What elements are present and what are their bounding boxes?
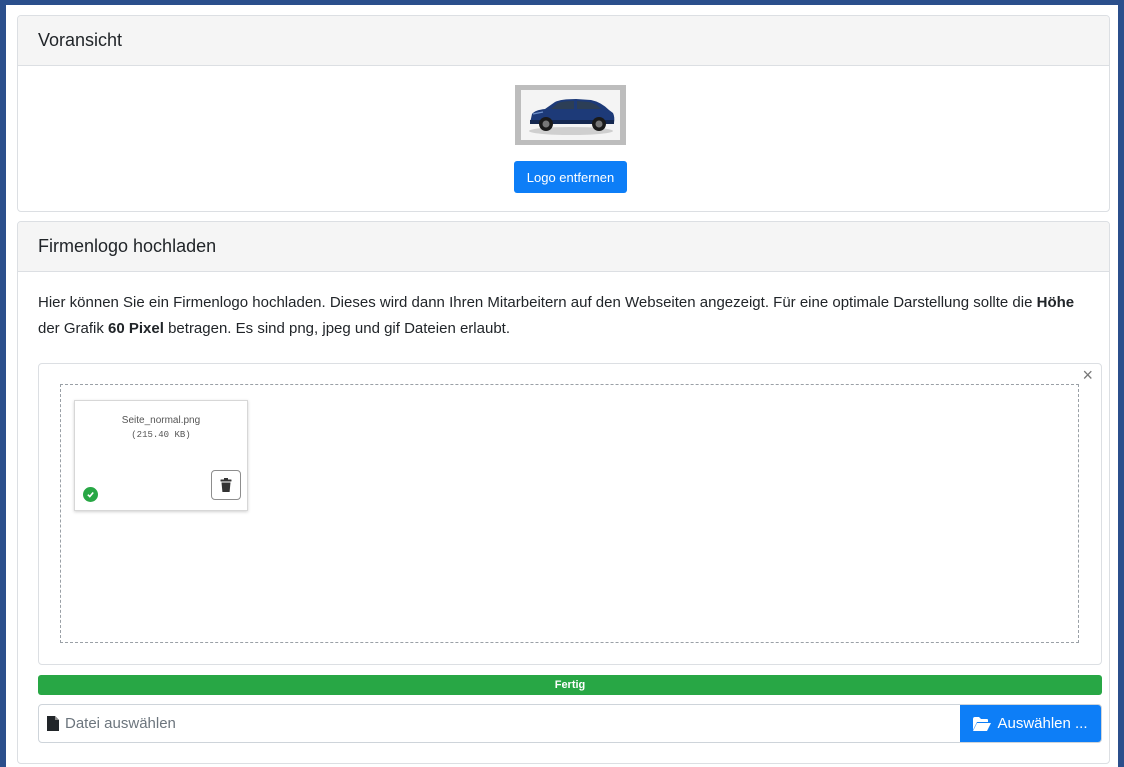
- upload-description: Hier können Sie ein Firmenlogo hochladen…: [38, 290, 1098, 342]
- dropzone-container: × Seite_normal.png (215.40 KB): [38, 363, 1102, 665]
- preview-body: Logo entfernen: [18, 66, 1109, 211]
- upload-progress-bar: Fertig: [38, 675, 1102, 695]
- choose-file-label: Auswählen ...: [997, 715, 1088, 732]
- upload-header: Firmenlogo hochladen: [18, 222, 1109, 272]
- window-frame-right: [1118, 0, 1124, 767]
- progress-label: Fertig: [554, 679, 586, 691]
- folder-open-icon: [973, 716, 992, 731]
- description-text: Hier können Sie ein Firmenlogo hochladen…: [38, 294, 1037, 311]
- file-input-placeholder: Datei auswählen: [65, 715, 176, 732]
- close-icon[interactable]: ×: [1082, 366, 1093, 384]
- preview-title: Voransicht: [38, 30, 123, 50]
- car-image: [529, 99, 615, 135]
- dropzone-area[interactable]: Seite_normal.png (215.40 KB): [60, 384, 1079, 643]
- delete-file-button[interactable]: [211, 470, 241, 500]
- preview-header: Voransicht: [18, 16, 1109, 66]
- description-bold-pixels: 60 Pixel: [108, 320, 164, 337]
- window-frame-left: [0, 0, 6, 767]
- description-text: der Grafik: [38, 320, 109, 337]
- check-circle-icon: [83, 487, 98, 502]
- file-icon: [47, 716, 59, 731]
- upload-card: Firmenlogo hochladen Hier können Sie ein…: [17, 221, 1110, 764]
- file-input-field[interactable]: Datei auswählen: [39, 705, 960, 742]
- logo-image: [521, 90, 620, 140]
- choose-file-button[interactable]: Auswählen ...: [960, 705, 1101, 742]
- file-size: (215.40 KB): [131, 430, 191, 440]
- remove-logo-button[interactable]: Logo entfernen: [514, 161, 627, 193]
- trash-icon: [220, 478, 232, 492]
- upload-title: Firmenlogo hochladen: [38, 236, 217, 256]
- window-frame-top: [0, 0, 1124, 5]
- file-input-group: Datei auswählen Auswählen ...: [38, 704, 1102, 743]
- file-name: Seite_normal.png: [121, 415, 201, 426]
- preview-card: Voransicht Logo entfernen: [17, 15, 1110, 212]
- description-text: betragen. Es sind png, jpeg und gif Date…: [163, 320, 510, 337]
- description-bold-height: Höhe: [1036, 294, 1075, 311]
- logo-preview-image: [515, 85, 626, 145]
- upload-body: Hier können Sie ein Firmenlogo hochladen…: [18, 272, 1109, 763]
- file-preview-card: Seite_normal.png (215.40 KB): [74, 400, 248, 511]
